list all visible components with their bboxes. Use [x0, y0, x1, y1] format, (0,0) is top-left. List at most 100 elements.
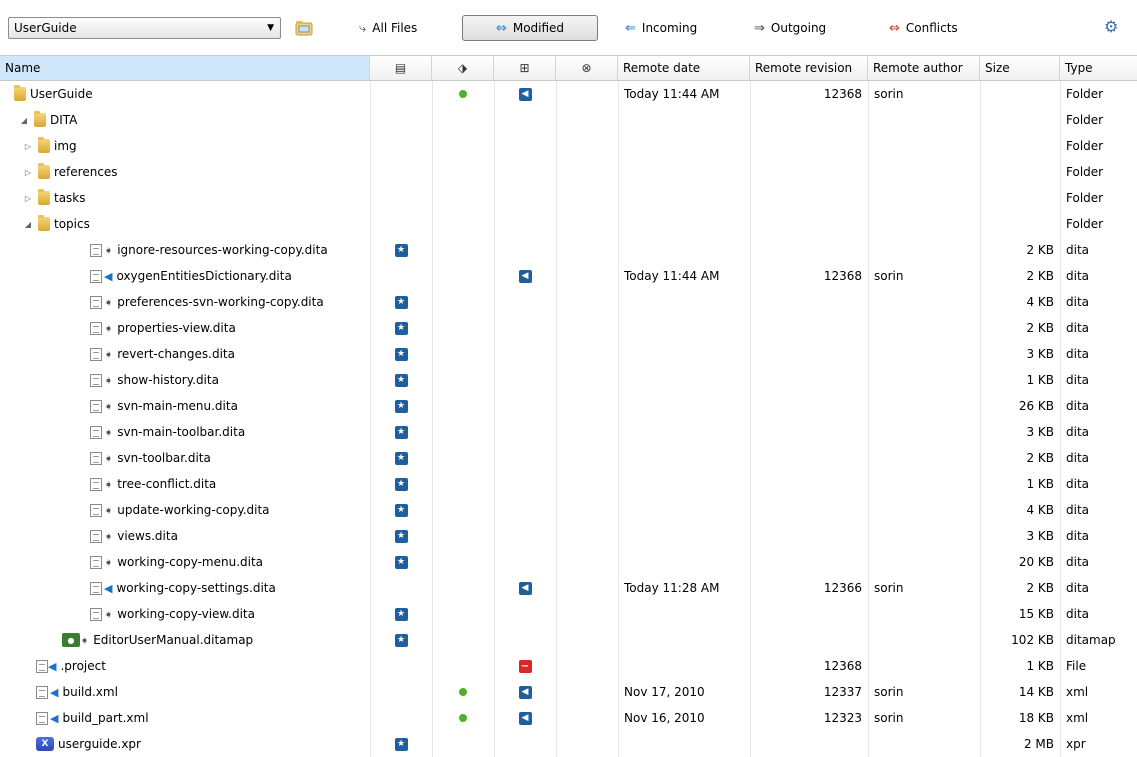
table-row[interactable]: ➧ show-history.dita ★ 1 KB dita [0, 367, 1137, 393]
local-modified-badge-icon: ★ [394, 633, 408, 647]
settings-gear-icon[interactable]: ⚙ [1104, 17, 1130, 39]
file-name-label: working-copy-view.dita [117, 607, 255, 621]
type-cell: dita [1066, 555, 1090, 569]
column-header-remote-author[interactable]: Remote author [868, 56, 980, 80]
table-row[interactable]: ➧ working-copy-menu.dita ★ 20 KB dita [0, 549, 1137, 575]
outgoing-button[interactable]: ⇒ Outgoing [745, 15, 835, 41]
table-row[interactable]: ◢ DITA Folder [0, 107, 1137, 133]
name-cell: ➧ views.dita [0, 523, 370, 549]
file-name-label: views.dita [117, 529, 178, 543]
type-cell: dita [1066, 269, 1090, 283]
table-row[interactable]: ➧ tree-conflict.dita ★ 1 KB dita [0, 471, 1137, 497]
table-row[interactable]: ◢ topics Folder [0, 211, 1137, 237]
column-header-size[interactable]: Size [980, 56, 1060, 80]
table-row[interactable]: ◀ working-copy-settings.dita ◀ Today 11:28 … [0, 575, 1137, 601]
table-row[interactable]: ➧ views.dita ★ 3 KB dita [0, 523, 1137, 549]
table-row[interactable]: ➧ svn-toolbar.dita ★ 2 KB dita [0, 445, 1137, 471]
dita-file-icon [90, 295, 102, 309]
outgoing-arrow-icon: ➧ [104, 477, 114, 491]
size-cell: 2 KB [1026, 451, 1054, 465]
local-status-column-icon[interactable]: ▤ [370, 56, 432, 80]
browse-folder-button[interactable] [293, 17, 315, 39]
modified-arrows-icon: ⇔ [495, 20, 507, 36]
conflicts-label: Conflicts [905, 21, 958, 35]
remote-author-cell [868, 627, 980, 653]
table-row[interactable]: ◀ build_part.xml ◀ Nov 16, 2010 12323 sorin 18… [0, 705, 1137, 731]
name-cell: ◀ .project [0, 653, 370, 679]
local-modified-badge-icon: ★ [394, 425, 408, 439]
file-name-label: working-copy-menu.dita [117, 555, 264, 569]
outgoing-arrow-icon: ➧ [104, 399, 114, 413]
local-modified-badge-icon: ★ [394, 607, 408, 621]
name-cell: ➧ revert-changes.dita [0, 341, 370, 367]
table-row[interactable]: ◀ .project − 12368 1 KB File [0, 653, 1137, 679]
expand-icon[interactable]: ▷ [22, 168, 34, 177]
column-header-name[interactable]: Name [0, 56, 370, 80]
working-copy-select[interactable]: UserGuide ▼ [8, 17, 281, 39]
remote-date-cell [618, 445, 750, 471]
dita-file-icon [36, 685, 48, 699]
outgoing-arrow-icon: ➧ [104, 347, 114, 361]
column-header-remote-date[interactable]: Remote date [618, 56, 750, 80]
table-row[interactable]: ▷ img Folder [0, 133, 1137, 159]
collapse-icon[interactable]: ◢ [22, 220, 34, 229]
modified-button[interactable]: ⇔ Modified [462, 15, 598, 41]
conflicts-button[interactable]: ⇔ Conflicts [880, 15, 967, 41]
table-row[interactable]: ➧ properties-view.dita ★ 2 KB dita [0, 315, 1137, 341]
dita-file-icon [90, 243, 102, 257]
remote-date-cell [618, 159, 750, 185]
remote-revision-cell [750, 211, 868, 237]
table-row[interactable]: ➧ svn-main-toolbar.dita ★ 3 KB dita [0, 419, 1137, 445]
type-cell: dita [1066, 503, 1090, 517]
name-cell: ◀ oxygenEntitiesDictionary.dita [0, 263, 370, 289]
table-row[interactable]: ▷ tasks Folder [0, 185, 1137, 211]
all-files-button[interactable]: ⤷ All Files [350, 15, 426, 41]
table-row[interactable]: ▷ references Folder [0, 159, 1137, 185]
incoming-button[interactable]: ⇐ Incoming [616, 15, 706, 41]
folder-icon [34, 111, 46, 127]
column-header-remote-revision[interactable]: Remote revision [750, 56, 868, 80]
table-row[interactable]: ◀ build.xml ◀ Nov 17, 2010 12337 sorin 14 KB xm… [0, 679, 1137, 705]
outgoing-arrow-icon: ➧ [104, 295, 114, 309]
file-table: UserGuide ◀ Today 11:44 AM 12368 sorin Folder… [0, 81, 1137, 757]
name-cell: ◀ build.xml [0, 679, 370, 705]
incoming-modified-badge-icon: ◀ [518, 711, 532, 725]
column-header-type[interactable]: Type [1060, 56, 1137, 80]
status-dot-icon [459, 688, 467, 696]
table-row[interactable]: ➧ ignore-resources-working-copy.dita ★ 2 KB… [0, 237, 1137, 263]
size-cell: 2 KB [1026, 269, 1054, 283]
remote-author-cell [868, 341, 980, 367]
file-name-label: properties-view.dita [117, 321, 236, 335]
table-row[interactable]: UserGuide ◀ Today 11:44 AM 12368 sorin Folder [0, 81, 1137, 107]
size-cell: 14 KB [1018, 685, 1054, 699]
table-row[interactable]: ➧ preferences-svn-working-copy.dita ★ 4 KB d… [0, 289, 1137, 315]
table-row[interactable]: ➧ update-working-copy.dita ★ 4 KB dita [0, 497, 1137, 523]
outgoing-arrow-icon: ⇒ [754, 20, 765, 36]
remote-properties-column-icon[interactable]: ⊗ [556, 56, 618, 80]
remote-author-cell [868, 419, 980, 445]
remote-status-cell: ◀ [494, 81, 556, 107]
dita-file-icon [90, 477, 102, 491]
size-cell: 1 KB [1026, 659, 1054, 673]
incoming-deleted-badge-icon: − [518, 659, 532, 673]
table-row[interactable]: Xuserguide.xpr ★ 2 MB xpr [0, 731, 1137, 757]
remote-revision-cell [750, 367, 868, 393]
type-cell: dita [1066, 321, 1090, 335]
table-row[interactable]: ● ➧ EditorUserManual.ditamap ★ 102 KB ditamap [0, 627, 1137, 653]
expand-icon[interactable]: ▷ [22, 142, 34, 151]
type-cell: dita [1066, 243, 1090, 257]
remote-revision-cell: 12368 [823, 87, 862, 101]
local-status-cell: ★ [370, 523, 432, 549]
remote-author-cell [868, 653, 980, 679]
collapse-icon[interactable]: ◢ [18, 116, 30, 125]
table-row[interactable]: ➧ revert-changes.dita ★ 3 KB dita [0, 341, 1137, 367]
expand-icon[interactable]: ▷ [22, 194, 34, 203]
table-row[interactable]: ◀ oxygenEntitiesDictionary.dita ◀ Today 11:… [0, 263, 1137, 289]
properties-column-icon[interactable]: ⬗ [432, 56, 494, 80]
remote-status-column-icon[interactable]: ⊞ [494, 56, 556, 80]
table-row[interactable]: ➧ svn-main-menu.dita ★ 26 KB dita [0, 393, 1137, 419]
table-row[interactable]: ➧ working-copy-view.dita ★ 15 KB dita [0, 601, 1137, 627]
size-cell: 2 KB [1026, 321, 1054, 335]
local-status-cell: ★ [370, 393, 432, 419]
remote-author-cell: sorin [874, 581, 904, 595]
